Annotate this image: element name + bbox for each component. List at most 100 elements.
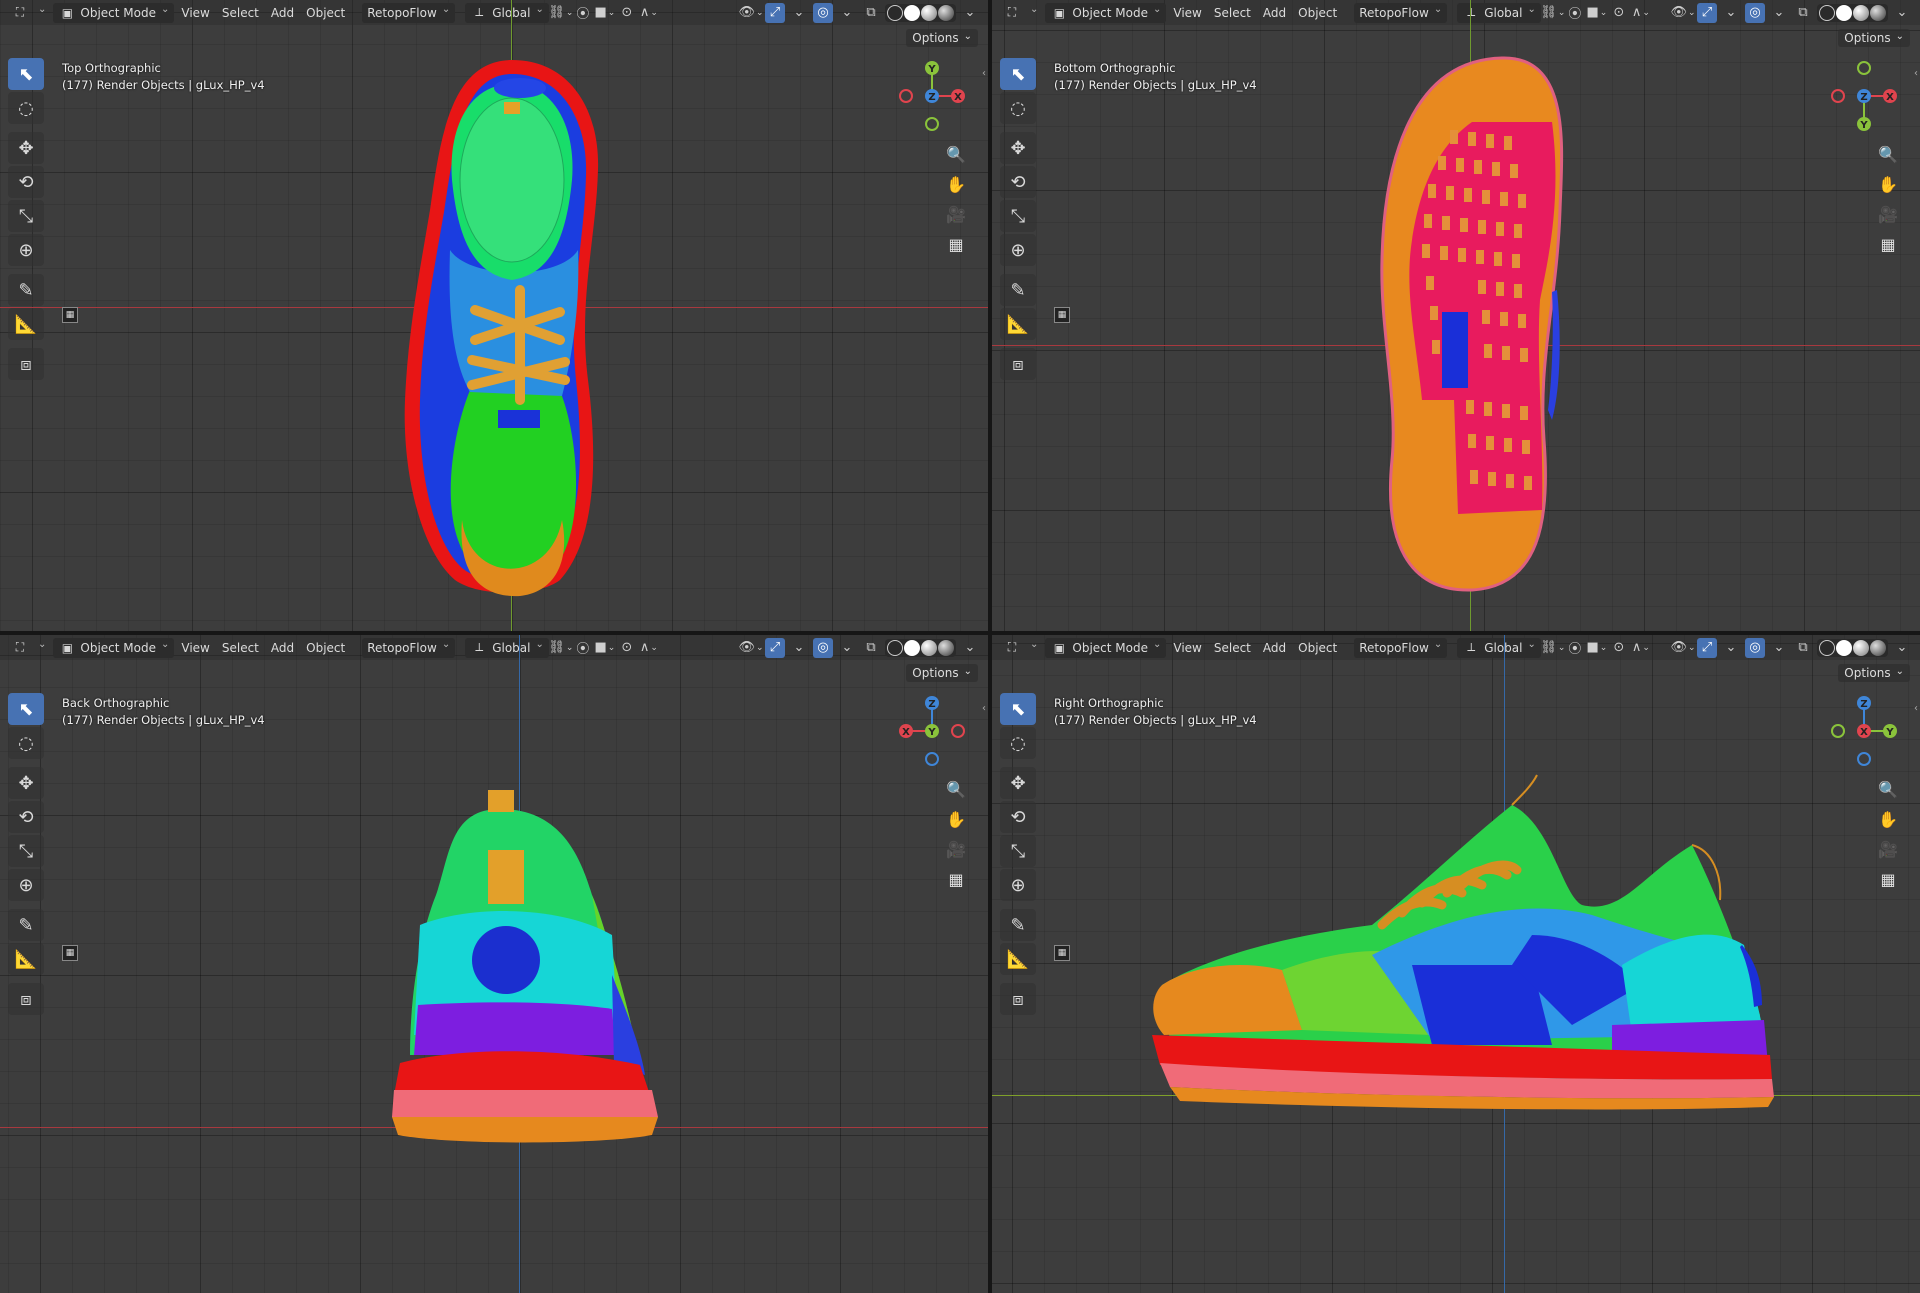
blender-quad-view: ⛶ ▣Object Mode View Select Add Object Re… xyxy=(0,0,1920,1293)
midsole-pink xyxy=(392,1090,658,1117)
add-cube-icon[interactable]: ⧈ xyxy=(1000,983,1036,1015)
sidebar-toggle-icon[interactable]: ‹ xyxy=(982,68,986,79)
sidebar-toggle-icon[interactable]: ‹ xyxy=(982,703,986,714)
add-cube-icon[interactable]: ⧈ xyxy=(8,983,44,1015)
rotate-icon[interactable]: ⟲ xyxy=(1000,801,1036,833)
gizmo-x-label: X xyxy=(1860,727,1868,738)
measure-icon[interactable]: 📐 xyxy=(8,943,44,975)
navigation-gizmo[interactable]: Z X Y xyxy=(892,691,972,771)
scale-icon[interactable]: ⤡ xyxy=(8,200,44,232)
navigation-gizmo[interactable]: Z Y X xyxy=(1824,691,1904,771)
pan-hand-icon[interactable]: ✋ xyxy=(1874,807,1902,831)
navigation-buttons: 🔍 ✋ 🎥 ▦ xyxy=(942,142,970,256)
gizmo-y-label: Y xyxy=(927,64,936,75)
pan-hand-icon[interactable]: ✋ xyxy=(1874,172,1902,196)
navigation-buttons: 🔍 ✋ 🎥 ▦ xyxy=(942,777,970,891)
heel-stripe xyxy=(488,850,524,904)
grid-icon[interactable]: ▦ xyxy=(942,232,970,256)
move-icon[interactable]: ✥ xyxy=(1000,132,1036,164)
camera-icon[interactable]: 🎥 xyxy=(942,202,970,226)
select-box-icon[interactable]: ⬉ xyxy=(8,58,44,90)
select-box-icon[interactable]: ⬉ xyxy=(1000,58,1036,90)
cursor-icon[interactable]: ◌ xyxy=(8,727,44,759)
select-box-icon[interactable]: ⬉ xyxy=(1000,693,1036,725)
transform-icon[interactable]: ⊕ xyxy=(1000,234,1036,266)
navigation-gizmo[interactable]: Y X Z xyxy=(892,56,972,136)
navigation-buttons: 🔍 ✋ 🎥 ▦ xyxy=(1874,142,1902,256)
annotate-icon[interactable]: ✎ xyxy=(8,909,44,941)
scale-icon[interactable]: ⤡ xyxy=(1000,835,1036,867)
measure-icon[interactable]: 📐 xyxy=(1000,943,1036,975)
pan-hand-icon[interactable]: ✋ xyxy=(942,172,970,196)
camera-icon[interactable]: 🎥 xyxy=(1874,837,1902,861)
move-icon[interactable]: ✥ xyxy=(8,132,44,164)
shoe-mesh-back-view xyxy=(392,790,658,1143)
rotate-icon[interactable]: ⟲ xyxy=(1000,166,1036,198)
grid-icon[interactable]: ▦ xyxy=(942,867,970,891)
measure-icon[interactable]: 📐 xyxy=(1000,308,1036,340)
heel-logo-blue xyxy=(472,926,540,994)
cursor-icon[interactable]: ◌ xyxy=(1000,727,1036,759)
gizmo-x-label: X xyxy=(1886,92,1894,103)
viewport-back-orthographic[interactable]: ⛶ ▣Object Mode View Select Add Object Re… xyxy=(0,635,988,1293)
gizmo-z-label: Z xyxy=(928,699,935,710)
move-icon[interactable]: ✥ xyxy=(1000,767,1036,799)
gizmo-y-label: Y xyxy=(1859,120,1868,131)
add-cube-icon[interactable]: ⧈ xyxy=(8,348,44,380)
gizmo-z-label: Z xyxy=(928,92,935,103)
shoe-mesh-side-view xyxy=(1152,774,1774,1110)
move-icon[interactable]: ✥ xyxy=(8,767,44,799)
heel-tab xyxy=(504,102,520,114)
zoom-icon[interactable]: 🔍 xyxy=(942,142,970,166)
camera-icon[interactable]: 🎥 xyxy=(942,837,970,861)
tool-shelf: ⬉ ◌ ✥ ⟲ ⤡ ⊕ ✎ 📐 ⧈ xyxy=(8,693,44,1015)
navigation-buttons: 🔍 ✋ 🎥 ▦ xyxy=(1874,777,1902,891)
measure-icon[interactable]: 📐 xyxy=(8,308,44,340)
tool-shelf: ⬉ ◌ ✥ ⟲ ⤡ ⊕ ✎ 📐 ⧈ xyxy=(1000,58,1036,380)
retopoflow-icon[interactable]: ▦ xyxy=(1054,307,1070,323)
transform-icon[interactable]: ⊕ xyxy=(1000,869,1036,901)
heel-purple xyxy=(414,1002,616,1055)
outsole-orange xyxy=(392,1117,658,1143)
scale-icon[interactable]: ⤡ xyxy=(8,835,44,867)
viewport-top-orthographic[interactable]: ⛶ ▣Object Mode View Select Add Object Re… xyxy=(0,0,988,631)
transform-icon[interactable]: ⊕ xyxy=(8,234,44,266)
gizmo-x-label: X xyxy=(902,727,910,738)
add-cube-icon[interactable]: ⧈ xyxy=(1000,348,1036,380)
rotate-icon[interactable]: ⟲ xyxy=(8,166,44,198)
sidebar-toggle-icon[interactable]: ‹ xyxy=(1914,68,1918,79)
annotate-icon[interactable]: ✎ xyxy=(1000,274,1036,306)
pan-hand-icon[interactable]: ✋ xyxy=(942,807,970,831)
cursor-icon[interactable]: ◌ xyxy=(8,92,44,124)
annotate-icon[interactable]: ✎ xyxy=(8,274,44,306)
viewport-bottom-orthographic[interactable]: ⛶ ▣Object Mode View Select Add Object Re… xyxy=(992,0,1920,631)
gizmo-y-label: Y xyxy=(1885,727,1894,738)
scale-icon[interactable]: ⤡ xyxy=(1000,200,1036,232)
camera-icon[interactable]: 🎥 xyxy=(1874,202,1902,226)
retopoflow-icon[interactable]: ▦ xyxy=(1054,945,1070,961)
toe-orange xyxy=(1153,965,1302,1035)
retopoflow-icon[interactable]: ▦ xyxy=(62,307,78,323)
gizmo-x-label: X xyxy=(954,92,962,103)
tongue-blue xyxy=(498,410,540,428)
zoom-icon[interactable]: 🔍 xyxy=(1874,142,1902,166)
shoe-mesh-top-view xyxy=(404,60,599,597)
grid-icon[interactable]: ▦ xyxy=(1874,232,1902,256)
zoom-icon[interactable]: 🔍 xyxy=(942,777,970,801)
navigation-gizmo[interactable]: X Y Z xyxy=(1824,56,1904,136)
tool-shelf: ⬉ ◌ ✥ ⟲ ⤡ ⊕ ✎ 📐 ⧈ xyxy=(1000,693,1036,1015)
zoom-icon[interactable]: 🔍 xyxy=(1874,777,1902,801)
grid-icon[interactable]: ▦ xyxy=(1874,867,1902,891)
side-blue-right xyxy=(612,975,645,1075)
annotate-icon[interactable]: ✎ xyxy=(1000,909,1036,941)
sidebar-toggle-icon[interactable]: ‹ xyxy=(1914,703,1918,714)
select-box-icon[interactable]: ⬉ xyxy=(8,693,44,725)
retopoflow-icon[interactable]: ▦ xyxy=(62,945,78,961)
rotate-icon[interactable]: ⟲ xyxy=(8,801,44,833)
viewport-right-orthographic[interactable]: ⛶ ▣Object Mode View Select Add Object Re… xyxy=(992,635,1920,1293)
cursor-icon[interactable]: ◌ xyxy=(1000,92,1036,124)
transform-icon[interactable]: ⊕ xyxy=(8,869,44,901)
gizmo-y-label: Y xyxy=(927,727,936,738)
shoe-mesh-bottom-view xyxy=(1380,56,1564,592)
center-shank-blue xyxy=(1442,312,1468,388)
